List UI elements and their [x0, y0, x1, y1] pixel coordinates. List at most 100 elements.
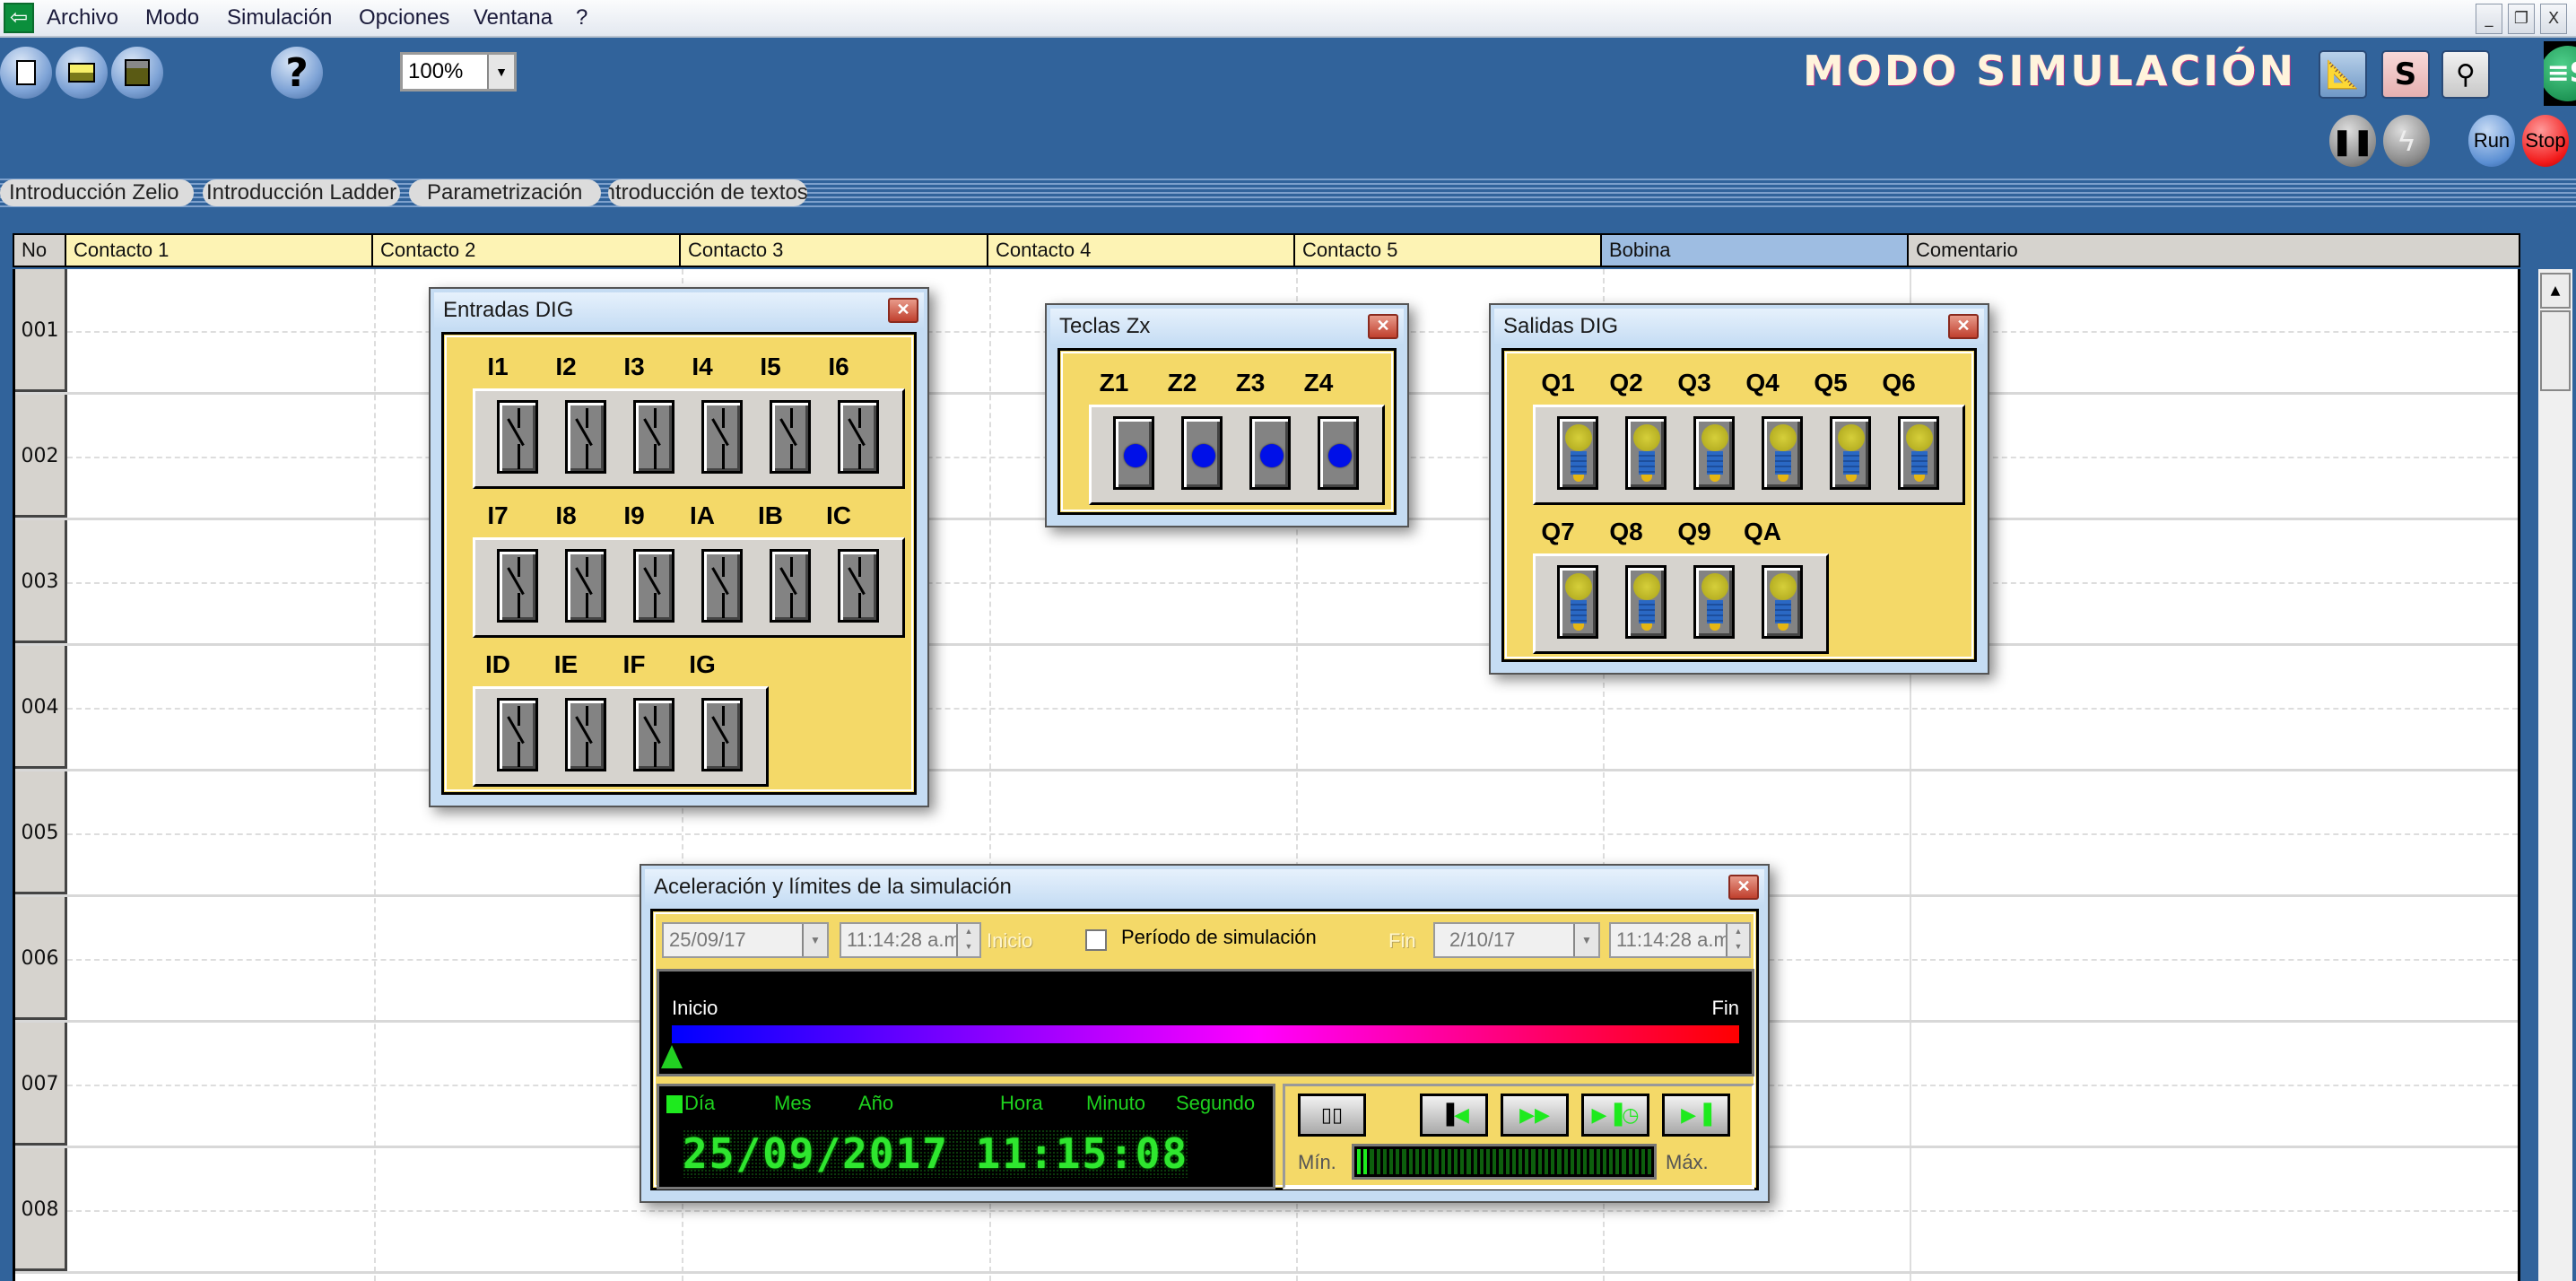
- input-switch-I4[interactable]: [701, 400, 743, 474]
- output-lamp-Q7[interactable]: [1557, 565, 1598, 639]
- close-icon[interactable]: ✕: [1368, 314, 1398, 339]
- power-cut-button[interactable]: ϟ: [2383, 115, 2430, 167]
- advance-to-time-button[interactable]: ▶▐◷: [1581, 1094, 1649, 1137]
- input-switch-IF[interactable]: [633, 698, 674, 771]
- input-switch-IC[interactable]: [838, 549, 879, 623]
- menu-simulacion[interactable]: Simulación: [227, 5, 332, 30]
- help-button[interactable]: ?: [271, 47, 323, 99]
- menu-ventana[interactable]: Ventana: [474, 5, 553, 30]
- end-date-field[interactable]: 2/10/17 ▼: [1433, 922, 1600, 958]
- zx-key-Z3[interactable]: [1249, 416, 1291, 490]
- output-lamp-Q1[interactable]: [1557, 416, 1598, 490]
- column-header-contacto-5: Contacto 5: [1295, 235, 1602, 266]
- speed-slider[interactable]: [1352, 1144, 1657, 1180]
- entradas-dig-titlebar[interactable]: Entradas DIG ✕: [434, 292, 924, 328]
- input-switch-IE[interactable]: [565, 698, 606, 771]
- input-switch-I8[interactable]: [565, 549, 606, 623]
- spinner-icon[interactable]: ▲ ▼: [956, 924, 979, 956]
- tab-introduccion-textos[interactable]: Introducción de textos: [608, 179, 807, 206]
- tab-introduccion-zelio[interactable]: Introducción Zelio: [0, 179, 194, 206]
- menu-opciones[interactable]: Opciones: [359, 5, 449, 30]
- input-label: I7: [487, 501, 509, 529]
- scroll-thumb[interactable]: [2540, 310, 2571, 391]
- save-button[interactable]: [111, 47, 163, 99]
- ladder-row[interactable]: 003: [15, 520, 2518, 646]
- input-switch-IG[interactable]: [701, 698, 743, 771]
- go-to-end-button[interactable]: ▶▐: [1662, 1094, 1730, 1137]
- teclas-zx-titlebar[interactable]: Teclas Zx ✕: [1050, 309, 1404, 344]
- simulation-timeline[interactable]: Inicio Fin: [657, 969, 1754, 1076]
- input-switch-IA[interactable]: [701, 549, 743, 623]
- chevron-down-icon[interactable]: ▼: [1573, 924, 1598, 956]
- zx-key-Z2[interactable]: [1181, 416, 1223, 490]
- output-lamp-Q3[interactable]: [1693, 416, 1735, 490]
- switch-line: [586, 593, 588, 618]
- switch-line: [858, 444, 861, 469]
- input-switch-IB[interactable]: [770, 549, 811, 623]
- output-lamp-Q2[interactable]: [1625, 416, 1667, 490]
- input-switch-I9[interactable]: [633, 549, 674, 623]
- menu-modo[interactable]: Modo: [145, 5, 199, 30]
- scroll-up-button[interactable]: ▲: [2540, 273, 2571, 309]
- step-pause-button[interactable]: ▯▯: [1298, 1094, 1366, 1137]
- input-switch-I5[interactable]: [770, 400, 811, 474]
- input-switch-I6[interactable]: [838, 400, 879, 474]
- monitoring-button[interactable]: ⚲: [2441, 50, 2490, 99]
- salidas-dig-titlebar[interactable]: Salidas DIG ✕: [1494, 309, 1984, 344]
- tab-parametrizacion[interactable]: Parametrización: [409, 179, 601, 206]
- input-label: I4: [692, 353, 713, 380]
- start-date-field[interactable]: 25/09/17 ▼: [662, 922, 829, 958]
- stop-button[interactable]: Stop: [2522, 115, 2569, 167]
- chevron-down-icon[interactable]: ▼: [802, 924, 827, 956]
- bulb-glass: [1701, 424, 1728, 451]
- input-switch-I1[interactable]: [497, 400, 538, 474]
- close-icon[interactable]: ✕: [1728, 875, 1759, 900]
- output-lamp-Q8[interactable]: [1625, 565, 1667, 639]
- app-icon[interactable]: ⇦: [4, 3, 34, 33]
- zx-key-Z1[interactable]: [1113, 416, 1154, 490]
- menu-archivo[interactable]: Archivo: [47, 5, 118, 30]
- simulation-mode-button[interactable]: S: [2381, 50, 2430, 99]
- end-time-field[interactable]: 11:14:28 a.m. ▲ ▼: [1609, 922, 1751, 958]
- start-time-field[interactable]: 11:14:28 a.m. ▲ ▼: [840, 922, 981, 958]
- tab-introduccion-ladder[interactable]: Introducción Ladder: [203, 179, 400, 206]
- input-switch-I3[interactable]: [633, 400, 674, 474]
- run-button[interactable]: Run: [2468, 115, 2515, 167]
- chevron-down-icon[interactable]: ▼: [487, 55, 514, 89]
- input-switch-I7[interactable]: [497, 549, 538, 623]
- menu-help[interactable]: ?: [576, 5, 587, 30]
- output-lamp-Q5[interactable]: [1830, 416, 1871, 490]
- go-to-start-button[interactable]: ▐ ◀: [1420, 1094, 1488, 1137]
- fast-forward-button[interactable]: ▶▶: [1501, 1094, 1569, 1137]
- output-lamp-Q9[interactable]: [1693, 565, 1735, 639]
- zx-key-Z4[interactable]: [1318, 416, 1359, 490]
- input-switch-ID[interactable]: [497, 698, 538, 771]
- input-label: I3: [623, 353, 645, 380]
- restore-button[interactable]: ❐: [2508, 4, 2535, 34]
- zoom-select[interactable]: 100% ▼: [400, 52, 517, 92]
- ladder-row[interactable]: 004: [15, 646, 2518, 771]
- open-file-button[interactable]: [56, 47, 108, 99]
- minimize-button[interactable]: _: [2476, 4, 2502, 34]
- input-switch-I2[interactable]: [565, 400, 606, 474]
- row-divider: [67, 1210, 2518, 1212]
- output-lamp-Q4[interactable]: [1762, 416, 1803, 490]
- switch-line: [722, 408, 725, 428]
- period-checkbox[interactable]: [1085, 929, 1107, 951]
- spinner-icon[interactable]: ▲ ▼: [1726, 924, 1749, 956]
- output-lamp-Q6[interactable]: [1898, 416, 1939, 490]
- switch-line: [722, 557, 725, 577]
- vertical-scrollbar[interactable]: [2538, 269, 2572, 1281]
- new-file-button[interactable]: [0, 47, 52, 99]
- edit-mode-button[interactable]: 📐: [2319, 50, 2367, 99]
- pause-button[interactable]: ❚❚: [2329, 115, 2376, 167]
- bulb-tip: [1641, 475, 1652, 482]
- close-icon[interactable]: ✕: [1948, 314, 1979, 339]
- date-time-display: Día Mes Año Hora Minuto Segundo 25/09/20…: [657, 1084, 1275, 1190]
- speed-segment: [1570, 1149, 1574, 1174]
- close-button[interactable]: X: [2540, 4, 2567, 34]
- aceleracion-titlebar[interactable]: Aceleración y límites de la simulación ✕: [645, 869, 1764, 905]
- timeline-position-marker[interactable]: [661, 1045, 683, 1068]
- output-lamp-QA[interactable]: [1762, 565, 1803, 639]
- close-icon[interactable]: ✕: [888, 298, 918, 323]
